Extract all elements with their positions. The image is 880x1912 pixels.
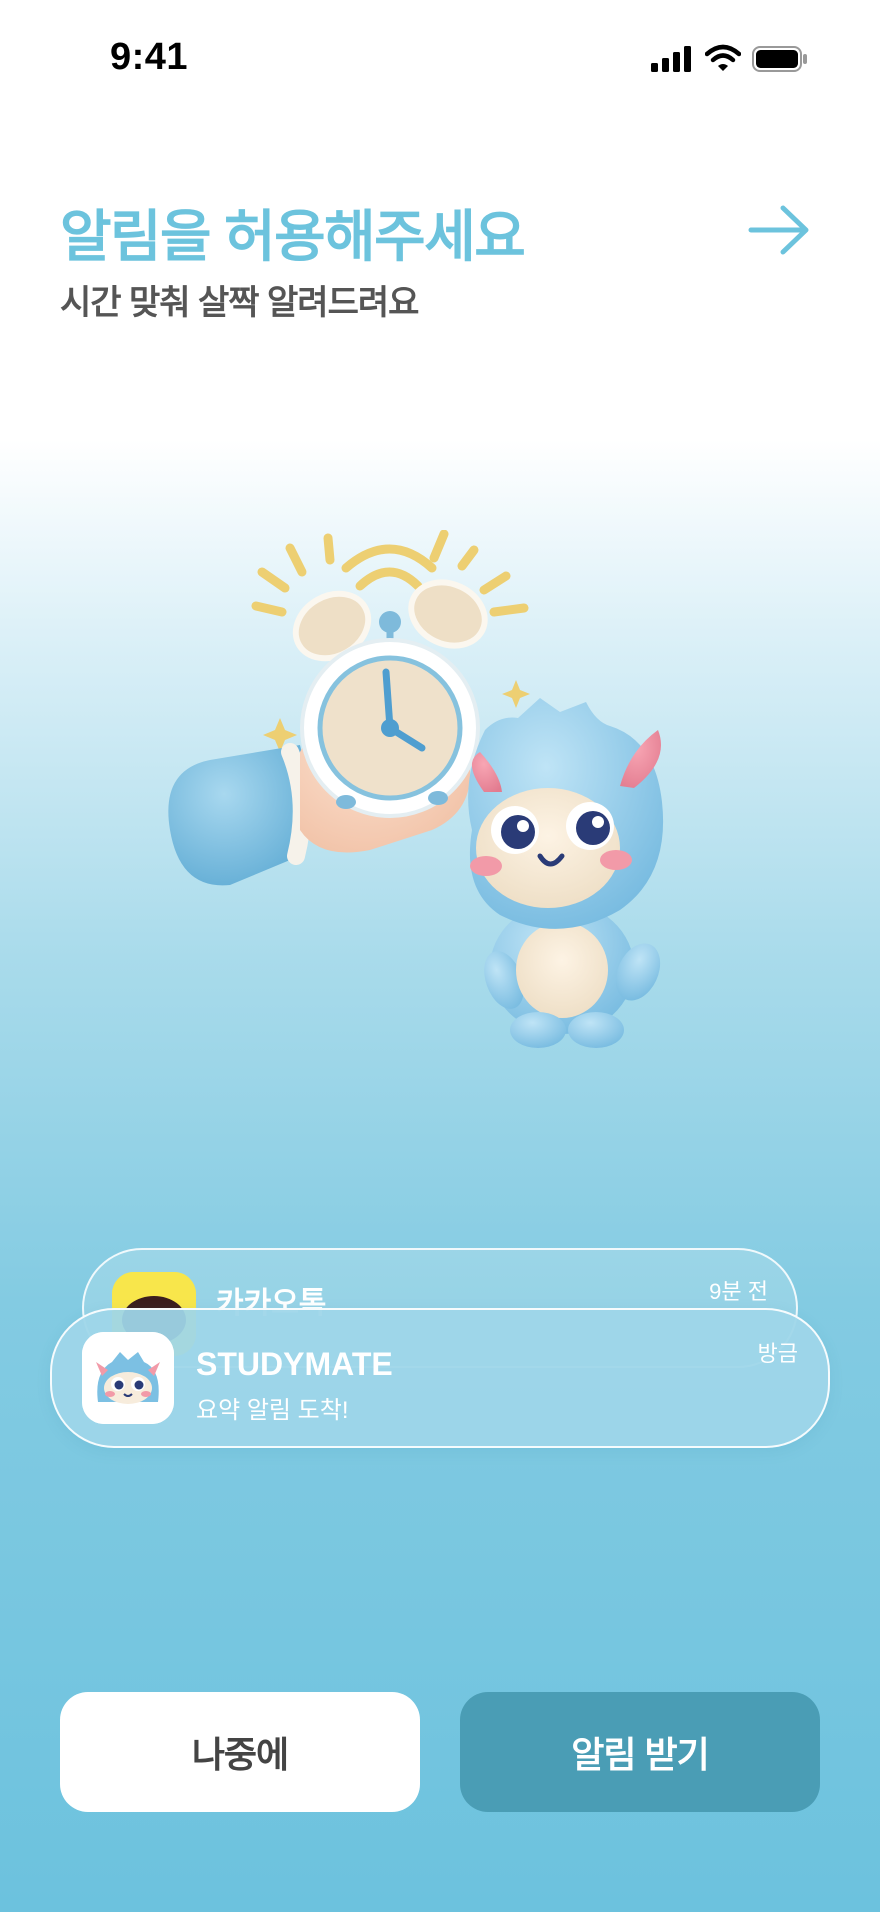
monster-mascot <box>468 698 664 1048</box>
studymate-notification[interactable]: STUDYMATE 요약 알림 도착! 방금 <box>50 1308 830 1448</box>
next-arrow-button[interactable] <box>745 200 815 260</box>
alarm-rays <box>251 530 529 617</box>
notification-time: 9분 전 <box>709 1279 768 1304</box>
studymate-monster-icon <box>82 1332 174 1424</box>
arrow-right-icon <box>748 205 809 255</box>
battery-icon <box>752 46 807 72</box>
cellular-signal-icon <box>651 46 691 72</box>
page-title: 알림을 허용해주세요 <box>60 205 526 268</box>
notification-message: 요약 알림 도착! <box>196 1397 349 1424</box>
alarm-clock-monster-illustration <box>168 530 664 1048</box>
wifi-icon <box>705 44 741 71</box>
status-bar: 9:41 <box>0 0 880 120</box>
page-subtitle: 시간 맞춰 살짝 알려드려요 <box>60 284 419 322</box>
later-button[interactable]: 나중에 <box>60 1692 420 1812</box>
status-time: 9:41 <box>110 36 189 78</box>
allow-notifications-button[interactable]: 알림 받기 <box>460 1692 820 1812</box>
notification-app-name: STUDYMATE <box>196 1346 393 1382</box>
notification-time: 방금 <box>757 1341 798 1366</box>
